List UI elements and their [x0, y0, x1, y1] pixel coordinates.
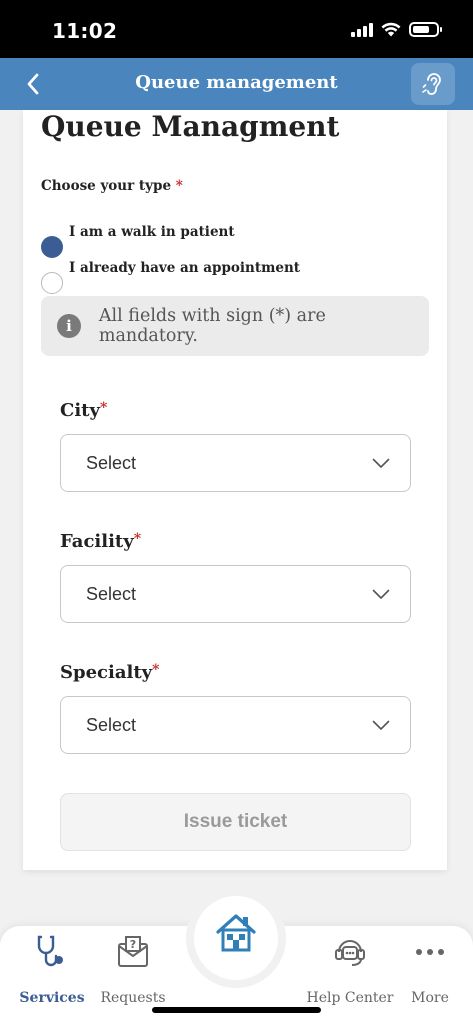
wifi-icon: [381, 22, 401, 37]
chevron-down-icon: [372, 458, 390, 468]
city-label: City*: [60, 400, 108, 421]
radio-label: I already have an appointment: [69, 260, 301, 276]
tab-label: More: [411, 990, 449, 1006]
cellular-signal-icon: [351, 22, 373, 37]
ear-icon: [422, 73, 441, 95]
mandatory-notice: i All fields with sign (*) are mandatory…: [41, 296, 429, 356]
home-tab[interactable]: [186, 888, 286, 988]
chevron-down-icon: [372, 720, 390, 730]
required-mark: *: [175, 178, 183, 194]
form-heading: Queue Managment: [41, 110, 340, 143]
radio-walk-in[interactable]: I am a walk in patient: [41, 224, 235, 258]
home-indicator: [152, 1007, 321, 1013]
radio-label: I am a walk in patient: [69, 224, 235, 240]
queue-form-card: Queue Managment Choose your type * I am …: [23, 110, 447, 870]
svg-text:?: ?: [130, 938, 136, 951]
tab-services[interactable]: Services: [19, 930, 85, 1006]
page-title: Queue management: [135, 72, 338, 93]
select-value: Select: [86, 583, 137, 604]
battery-icon: [409, 22, 442, 37]
accessibility-button[interactable]: [411, 63, 455, 105]
facility-select[interactable]: Select: [60, 565, 411, 623]
status-icons: [351, 22, 442, 37]
stethoscope-icon: [37, 935, 63, 967]
support-icon: [335, 940, 365, 966]
issue-ticket-label: Issue ticket: [183, 811, 288, 832]
radio-unselected-icon[interactable]: [41, 272, 63, 294]
chevron-down-icon: [372, 589, 390, 599]
tab-label: Help Center: [306, 990, 394, 1006]
navigation-bar: Queue management: [0, 58, 473, 110]
info-icon: i: [57, 314, 81, 338]
more-icon: [416, 949, 444, 955]
select-value: Select: [86, 452, 137, 473]
status-time: 11:02: [52, 19, 118, 43]
radio-selected-icon[interactable]: [41, 236, 63, 258]
tab-more[interactable]: More: [408, 930, 452, 1006]
issue-ticket-button[interactable]: Issue ticket: [60, 793, 411, 851]
radio-appointment[interactable]: I already have an appointment: [41, 260, 300, 294]
select-value: Select: [86, 714, 137, 735]
request-icon: ?: [118, 936, 148, 967]
specialty-label: Specialty*: [60, 662, 160, 683]
city-select[interactable]: Select: [60, 434, 411, 492]
home-icon: [216, 914, 256, 952]
specialty-select[interactable]: Select: [60, 696, 411, 754]
type-label: Choose your type *: [41, 178, 183, 194]
notice-text: All fields with sign (*) are mandatory.: [98, 306, 326, 346]
tab-label: Services: [19, 990, 85, 1006]
facility-label: Facility*: [60, 531, 142, 552]
tab-label: Requests: [100, 990, 166, 1006]
tab-requests[interactable]: ? Requests: [100, 930, 166, 1006]
tab-help-center[interactable]: Help Center: [306, 930, 394, 1006]
status-bar: 11:02: [0, 0, 473, 58]
